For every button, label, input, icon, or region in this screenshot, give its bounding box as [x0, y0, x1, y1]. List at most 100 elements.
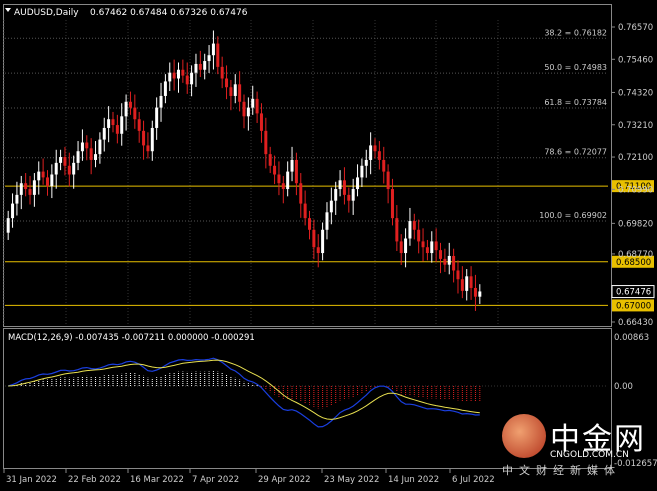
candle-body — [32, 180, 36, 195]
price-axis-label: 0.74320 — [618, 88, 653, 98]
candle-body — [434, 241, 438, 251]
candle-body — [294, 159, 298, 184]
candle-body — [146, 145, 150, 152]
candle-body — [312, 229, 316, 248]
macd-axis-label: 0.00 — [614, 382, 633, 392]
price-axis-label: 0.72100 — [618, 153, 653, 163]
candle-body — [273, 165, 277, 175]
price-axis-label: 0.70990 — [618, 185, 653, 195]
x-axis-label: 6 Jul 2022 — [452, 475, 495, 485]
candle-body — [159, 95, 163, 108]
candle-body — [469, 276, 473, 288]
candle-body — [412, 221, 416, 230]
candle-body — [465, 276, 469, 291]
candle-body — [67, 165, 71, 175]
candle-body — [128, 101, 132, 108]
candle-body — [181, 69, 185, 76]
candle-body — [321, 229, 325, 254]
candle-body — [150, 127, 154, 152]
candle-body — [308, 218, 312, 230]
dropdown-triangle-icon[interactable] — [5, 8, 11, 12]
candle-body — [395, 218, 399, 242]
price-axis-label: 0.73210 — [618, 121, 653, 131]
candle-body — [351, 189, 355, 201]
candle-body — [124, 101, 128, 117]
candle-body — [233, 84, 237, 96]
fib-level-label: 38.2 = 0.76182 — [544, 28, 607, 37]
candle-body — [277, 174, 281, 184]
candle-body — [163, 81, 167, 96]
candle-body — [347, 194, 351, 201]
candle-body — [50, 174, 54, 187]
candle-body — [37, 171, 41, 181]
candle-body — [120, 116, 124, 134]
candle-body — [72, 162, 76, 175]
candle-body — [356, 177, 360, 190]
candle-body — [216, 43, 220, 67]
candle-body — [85, 142, 89, 149]
candle-body — [76, 151, 80, 163]
candle-body — [251, 98, 255, 108]
candle-body — [478, 291, 482, 297]
candle-body — [430, 241, 434, 254]
candle-body — [264, 130, 268, 155]
x-axis-label: 23 May 2022 — [324, 475, 379, 485]
candle-body — [259, 113, 263, 131]
candle-body — [303, 203, 307, 219]
candle-body — [246, 107, 250, 117]
brand-logo-icon — [502, 414, 546, 458]
candle-body — [255, 98, 259, 114]
candle-body — [89, 148, 93, 160]
candle-body — [28, 189, 32, 195]
x-axis-label: 31 Jan 2022 — [6, 475, 57, 485]
candle-body — [299, 183, 303, 204]
fib-level-label: 61.8 = 0.73784 — [544, 98, 607, 107]
candle-body — [41, 171, 45, 178]
candle-body — [408, 221, 412, 239]
candle-body — [290, 159, 294, 172]
candle-body — [325, 212, 329, 230]
candle-body — [443, 258, 447, 265]
ohlc-readout: 0.67462 0.67484 0.67326 0.67476 — [90, 8, 248, 18]
candle-body — [220, 66, 224, 79]
candle-body — [107, 119, 111, 128]
candle-body — [45, 177, 49, 187]
candle-body — [198, 63, 202, 70]
candle-body — [360, 165, 364, 178]
x-axis-label: 7 Apr 2022 — [192, 475, 239, 485]
watermark-url: CNGOLD.COM.CN — [550, 450, 629, 460]
fib-level-label: 78.6 = 0.72077 — [544, 148, 607, 157]
candle-body — [11, 203, 15, 219]
candle-body — [142, 130, 146, 146]
candle-body — [137, 119, 141, 131]
candle-body — [211, 43, 215, 56]
candle-body — [369, 145, 373, 160]
macd-label: MACD(12,26,9) -0.007435 -0.007211 0.0000… — [8, 333, 255, 343]
symbol-label: AUDUSD,Daily — [14, 8, 79, 18]
candle-body — [268, 154, 272, 166]
watermark: 中金网 CNGOLD.COM.CN 中文财经新媒体 — [502, 410, 652, 477]
candle-body — [460, 279, 464, 291]
current-price-text: 0.67476 — [616, 288, 651, 298]
candle-body — [286, 171, 290, 190]
candle-body — [421, 241, 425, 248]
price-axis-label: 0.76570 — [618, 23, 653, 33]
candle-body — [24, 183, 28, 190]
candle-body — [155, 107, 159, 128]
candle-body — [111, 119, 115, 126]
candle-body — [133, 107, 137, 120]
candle-body — [98, 139, 102, 155]
macd-axis-label: 0.00863 — [614, 333, 649, 343]
candle-body — [6, 218, 10, 233]
candle-body — [342, 180, 346, 195]
candle-body — [203, 61, 207, 70]
candle-body — [168, 72, 172, 82]
fib-level-label: 100.0 = 0.69902 — [539, 211, 607, 220]
candle-body — [185, 75, 189, 85]
candle-body — [54, 162, 58, 175]
candle-body — [176, 69, 180, 79]
candle-body — [364, 159, 368, 166]
price-axis-label: 0.68770 — [618, 250, 653, 260]
price-panel-frame — [3, 4, 612, 327]
watermark-subtitle: 中文财经新媒体 — [502, 464, 621, 477]
